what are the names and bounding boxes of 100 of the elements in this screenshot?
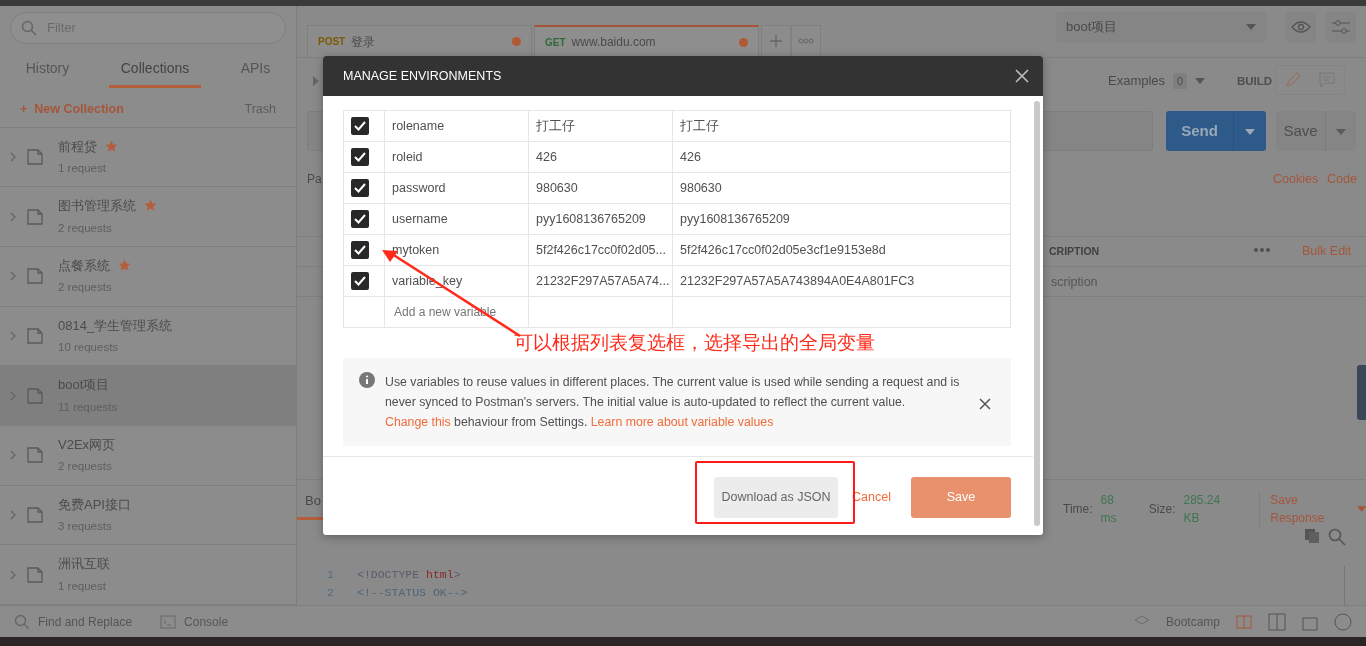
caret-icon: [1336, 128, 1346, 135]
table-cell: password: [384, 172, 529, 204]
save-response-button[interactable]: Save Response: [1259, 491, 1349, 527]
sliders-icon: [1331, 19, 1351, 35]
search-icon[interactable]: [1328, 528, 1346, 546]
table-cell: 5f2f426c17cc0f02d05e3cf1e9153e8d: [672, 234, 1011, 266]
search-icon: [21, 19, 37, 36]
size-value: 285.24 KB: [1183, 492, 1222, 527]
time-label: Time:: [1063, 501, 1093, 518]
build-label[interactable]: BUILD: [1237, 73, 1273, 91]
sidebar-tab[interactable]: Collections: [108, 55, 202, 88]
checkbox[interactable]: [351, 272, 369, 290]
folder-icon: [26, 505, 44, 524]
code-link[interactable]: Code: [1327, 170, 1357, 189]
annotation-text: 可以根据列表复选框，选择导出的全局变量: [514, 332, 876, 354]
info-text: Use variables to reuse values in different places. The current value is used while sending a request and is never synced to Postman's servers. The initial value is auto-updated to reflect the current value. Change this behaviour from Settings. Learn more about variable values: [385, 374, 961, 431]
tab-title: www.baidu.com: [571, 34, 656, 51]
request-tab[interactable]: GET www.baidu.com: [534, 25, 759, 57]
eye-icon: [1291, 21, 1311, 33]
eye-button[interactable]: [1286, 12, 1316, 42]
table-cell: 21232F297A57A5A74...: [528, 265, 673, 297]
close-icon[interactable]: [1015, 69, 1029, 83]
caret-icon[interactable]: [1195, 77, 1206, 84]
book-icon[interactable]: [1236, 613, 1252, 630]
table-cell: username: [384, 203, 529, 235]
checkbox[interactable]: [351, 148, 369, 166]
save-button[interactable]: Save: [911, 477, 1011, 518]
column-header: CRIPTION: [1049, 244, 1100, 259]
collection-name: V2Ex网页: [58, 435, 116, 454]
learn-more-link[interactable]: Learn more about variable values: [590, 415, 774, 429]
scroll-handle[interactable]: [1357, 365, 1366, 420]
scrollbar[interactable]: [1034, 101, 1040, 526]
examples-label[interactable]: Examples: [1108, 71, 1166, 91]
more-icon[interactable]: [1253, 247, 1271, 253]
folder-icon: [26, 267, 44, 286]
console-icon[interactable]: [160, 614, 177, 629]
collection-name: 洲讯互联: [58, 555, 110, 574]
collection-name: 点餐系统: [58, 256, 110, 275]
method-label: GET: [545, 35, 566, 50]
chevron-icon: [8, 389, 18, 402]
table-cell: 980630: [672, 172, 1011, 204]
table-cell: 21232F297A57A5A743894A0E4A801FC3: [672, 265, 1011, 297]
pencil-icon[interactable]: [1285, 72, 1301, 88]
close-icon[interactable]: [979, 398, 991, 410]
new-tab-button[interactable]: [761, 25, 791, 57]
settings-button[interactable]: [1326, 12, 1356, 42]
line-number: 1: [327, 567, 335, 583]
checkbox[interactable]: [351, 117, 369, 135]
table-cell: roleid: [384, 141, 529, 173]
chevron-icon: [8, 270, 18, 283]
table-cell: 426: [528, 141, 673, 173]
checkbox[interactable]: [351, 179, 369, 197]
expand-icon: [312, 76, 320, 86]
table-cell: 打工仔: [672, 110, 1011, 142]
table-cell: 426: [672, 141, 1011, 173]
chevron-icon: [8, 568, 18, 581]
chevron-icon: [8, 449, 18, 462]
table-cell: pyy1608136765209: [672, 203, 1011, 235]
folder-icon: [26, 326, 44, 345]
request-tab[interactable]: POST 登录: [307, 25, 532, 57]
change-settings-link[interactable]: Change this: [385, 415, 451, 429]
collection-name: 前程贷: [58, 137, 97, 156]
size-label: Size:: [1148, 501, 1176, 518]
folder-icon: [26, 446, 44, 465]
line-number: 2: [327, 585, 335, 601]
table-cell: rolename: [384, 110, 529, 142]
bulk-edit-link[interactable]: Bulk Edit: [1302, 242, 1352, 261]
method-label: POST: [318, 35, 346, 49]
caret-icon: [1246, 24, 1256, 30]
folder-icon: [26, 207, 44, 226]
folder-icon: [26, 565, 44, 584]
code-line: <!--STATUS OK-->: [357, 585, 468, 601]
search-icon[interactable]: [14, 613, 30, 630]
time-value: 68 ms: [1100, 492, 1118, 527]
tab-title: 登录: [351, 33, 376, 51]
download-json-button[interactable]: Download as JSON: [714, 477, 839, 518]
caret-icon: [1356, 506, 1366, 512]
new-collection-button[interactable]: + New Collection: [20, 99, 124, 119]
params-tab[interactable]: Pa: [307, 170, 322, 188]
chevron-icon: [8, 329, 18, 342]
folder-icon: [26, 386, 44, 405]
dialog-title: MANAGE ENVIRONMENTS: [343, 67, 502, 85]
table-cell: pyy1608136765209: [528, 203, 673, 235]
folder-icon: [26, 147, 44, 166]
cookies-link[interactable]: Cookies: [1273, 170, 1319, 189]
table-cell: 打工仔: [528, 110, 673, 142]
chevron-icon: [8, 210, 18, 223]
chevron-icon: [8, 508, 18, 521]
more-icon: [798, 38, 814, 44]
table-cell: 980630: [528, 172, 673, 204]
caret-icon: [1245, 128, 1255, 135]
chevron-icon: [8, 150, 18, 163]
checkbox[interactable]: [351, 241, 369, 259]
more-button[interactable]: [791, 25, 821, 57]
checkbox[interactable]: [351, 210, 369, 228]
environment-select[interactable]: boot项目: [1056, 12, 1266, 42]
table-cell: 5f2f426c17cc0f02d05...: [528, 234, 673, 266]
two-pane-icon[interactable]: [1268, 612, 1286, 631]
plus-icon: [769, 34, 783, 48]
copy-icon[interactable]: [1304, 528, 1320, 544]
